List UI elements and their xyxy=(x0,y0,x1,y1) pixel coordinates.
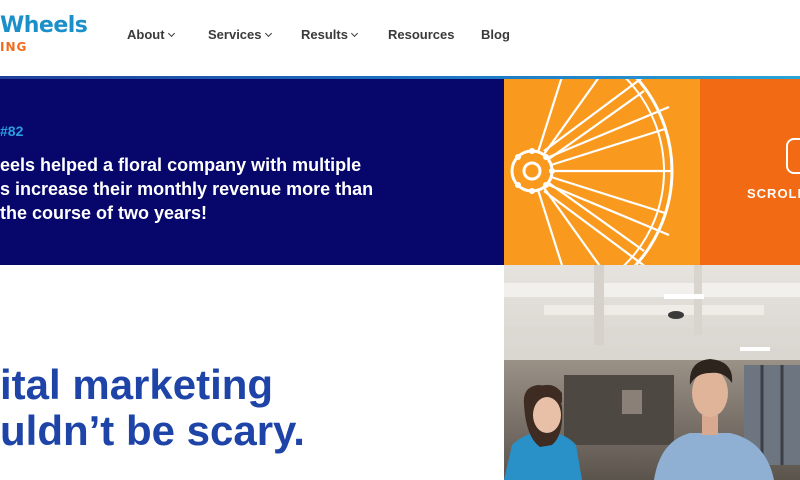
scroll-panel[interactable]: SCROLL xyxy=(700,79,800,265)
site-header: Wheels ING About Services Results Resour… xyxy=(0,0,800,76)
nav-item-label: About xyxy=(127,27,165,42)
nav-item-results[interactable]: Results xyxy=(301,27,359,42)
logo[interactable]: Wheels ING xyxy=(0,13,88,55)
nav-item-about[interactable]: About xyxy=(127,27,175,42)
nav-item-label: Resources xyxy=(388,27,455,42)
bicycle-wheel-graphic xyxy=(510,79,674,265)
nav-item-resources[interactable]: Resources xyxy=(388,27,454,42)
case-study-line: the course of two years! xyxy=(0,203,208,223)
office-photo xyxy=(504,265,800,480)
logo-tagline: ING xyxy=(0,40,28,54)
wheel-graphic-panel xyxy=(504,79,700,265)
case-study-banner[interactable]: #82 eels helped a floral company with mu… xyxy=(0,79,504,265)
case-study-line: s increase their monthly revenue more th… xyxy=(0,179,374,199)
nav-item-services[interactable]: Services xyxy=(208,27,272,42)
hero-headline-line: ital marketing xyxy=(0,361,274,408)
hero-headline-line: uldn’t be scary. xyxy=(0,407,305,454)
scroll-indicator-icon xyxy=(786,138,800,174)
nav-item-blog[interactable]: Blog xyxy=(481,27,510,42)
case-study-label: #82 xyxy=(0,123,24,139)
case-study-line: eels helped a floral company with multip… xyxy=(0,155,362,175)
chevron-down-icon xyxy=(167,29,175,37)
hero-headline: ital marketing uldn’t be scary. xyxy=(0,362,305,454)
case-study-text: eels helped a floral company with multip… xyxy=(0,153,420,225)
scroll-label: SCROLL xyxy=(747,186,800,201)
nav-item-label: Results xyxy=(301,27,348,42)
office-photo-illustration xyxy=(504,265,800,480)
chevron-down-icon xyxy=(264,29,272,37)
chevron-down-icon xyxy=(350,29,359,37)
logo-wordmark: Wheels xyxy=(0,13,88,38)
nav-item-label: Services xyxy=(208,27,262,42)
nav-item-label: Blog xyxy=(481,27,510,42)
